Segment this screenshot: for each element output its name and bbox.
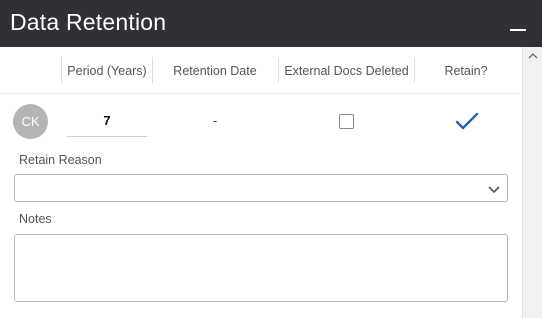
notes-label: Notes: [19, 212, 52, 226]
chevron-down-icon: [488, 186, 500, 194]
column-header-row: Period (Years) Retention Date External D…: [0, 47, 522, 94]
panel-header: Data Retention: [0, 0, 542, 48]
chevron-up-icon: [528, 53, 537, 59]
data-retention-panel: Data Retention Period (Years) Retention …: [0, 0, 542, 318]
retain-reason-select[interactable]: [14, 174, 508, 202]
vertical-scrollbar[interactable]: [522, 47, 542, 318]
column-header-period: Period (Years): [67, 64, 147, 78]
column-header-external-docs-deleted: External Docs Deleted: [284, 64, 409, 78]
column-header-retention-date: Retention Date: [173, 64, 257, 78]
checkmark-icon: [455, 112, 479, 130]
retention-date-value: -: [212, 113, 218, 128]
period-years-field[interactable]: 7: [67, 110, 147, 137]
minimize-icon: [510, 29, 526, 31]
panel-title: Data Retention: [10, 9, 167, 35]
scroll-up-button[interactable]: [523, 47, 542, 65]
minimize-button[interactable]: [508, 14, 528, 34]
avatar: CK: [13, 104, 48, 139]
retain-reason-label: Retain Reason: [19, 153, 102, 167]
external-docs-deleted-checkbox[interactable]: [339, 114, 354, 129]
column-header-retain: Retain?: [444, 64, 488, 78]
notes-textarea[interactable]: [14, 234, 508, 302]
retain-toggle[interactable]: [454, 110, 480, 134]
